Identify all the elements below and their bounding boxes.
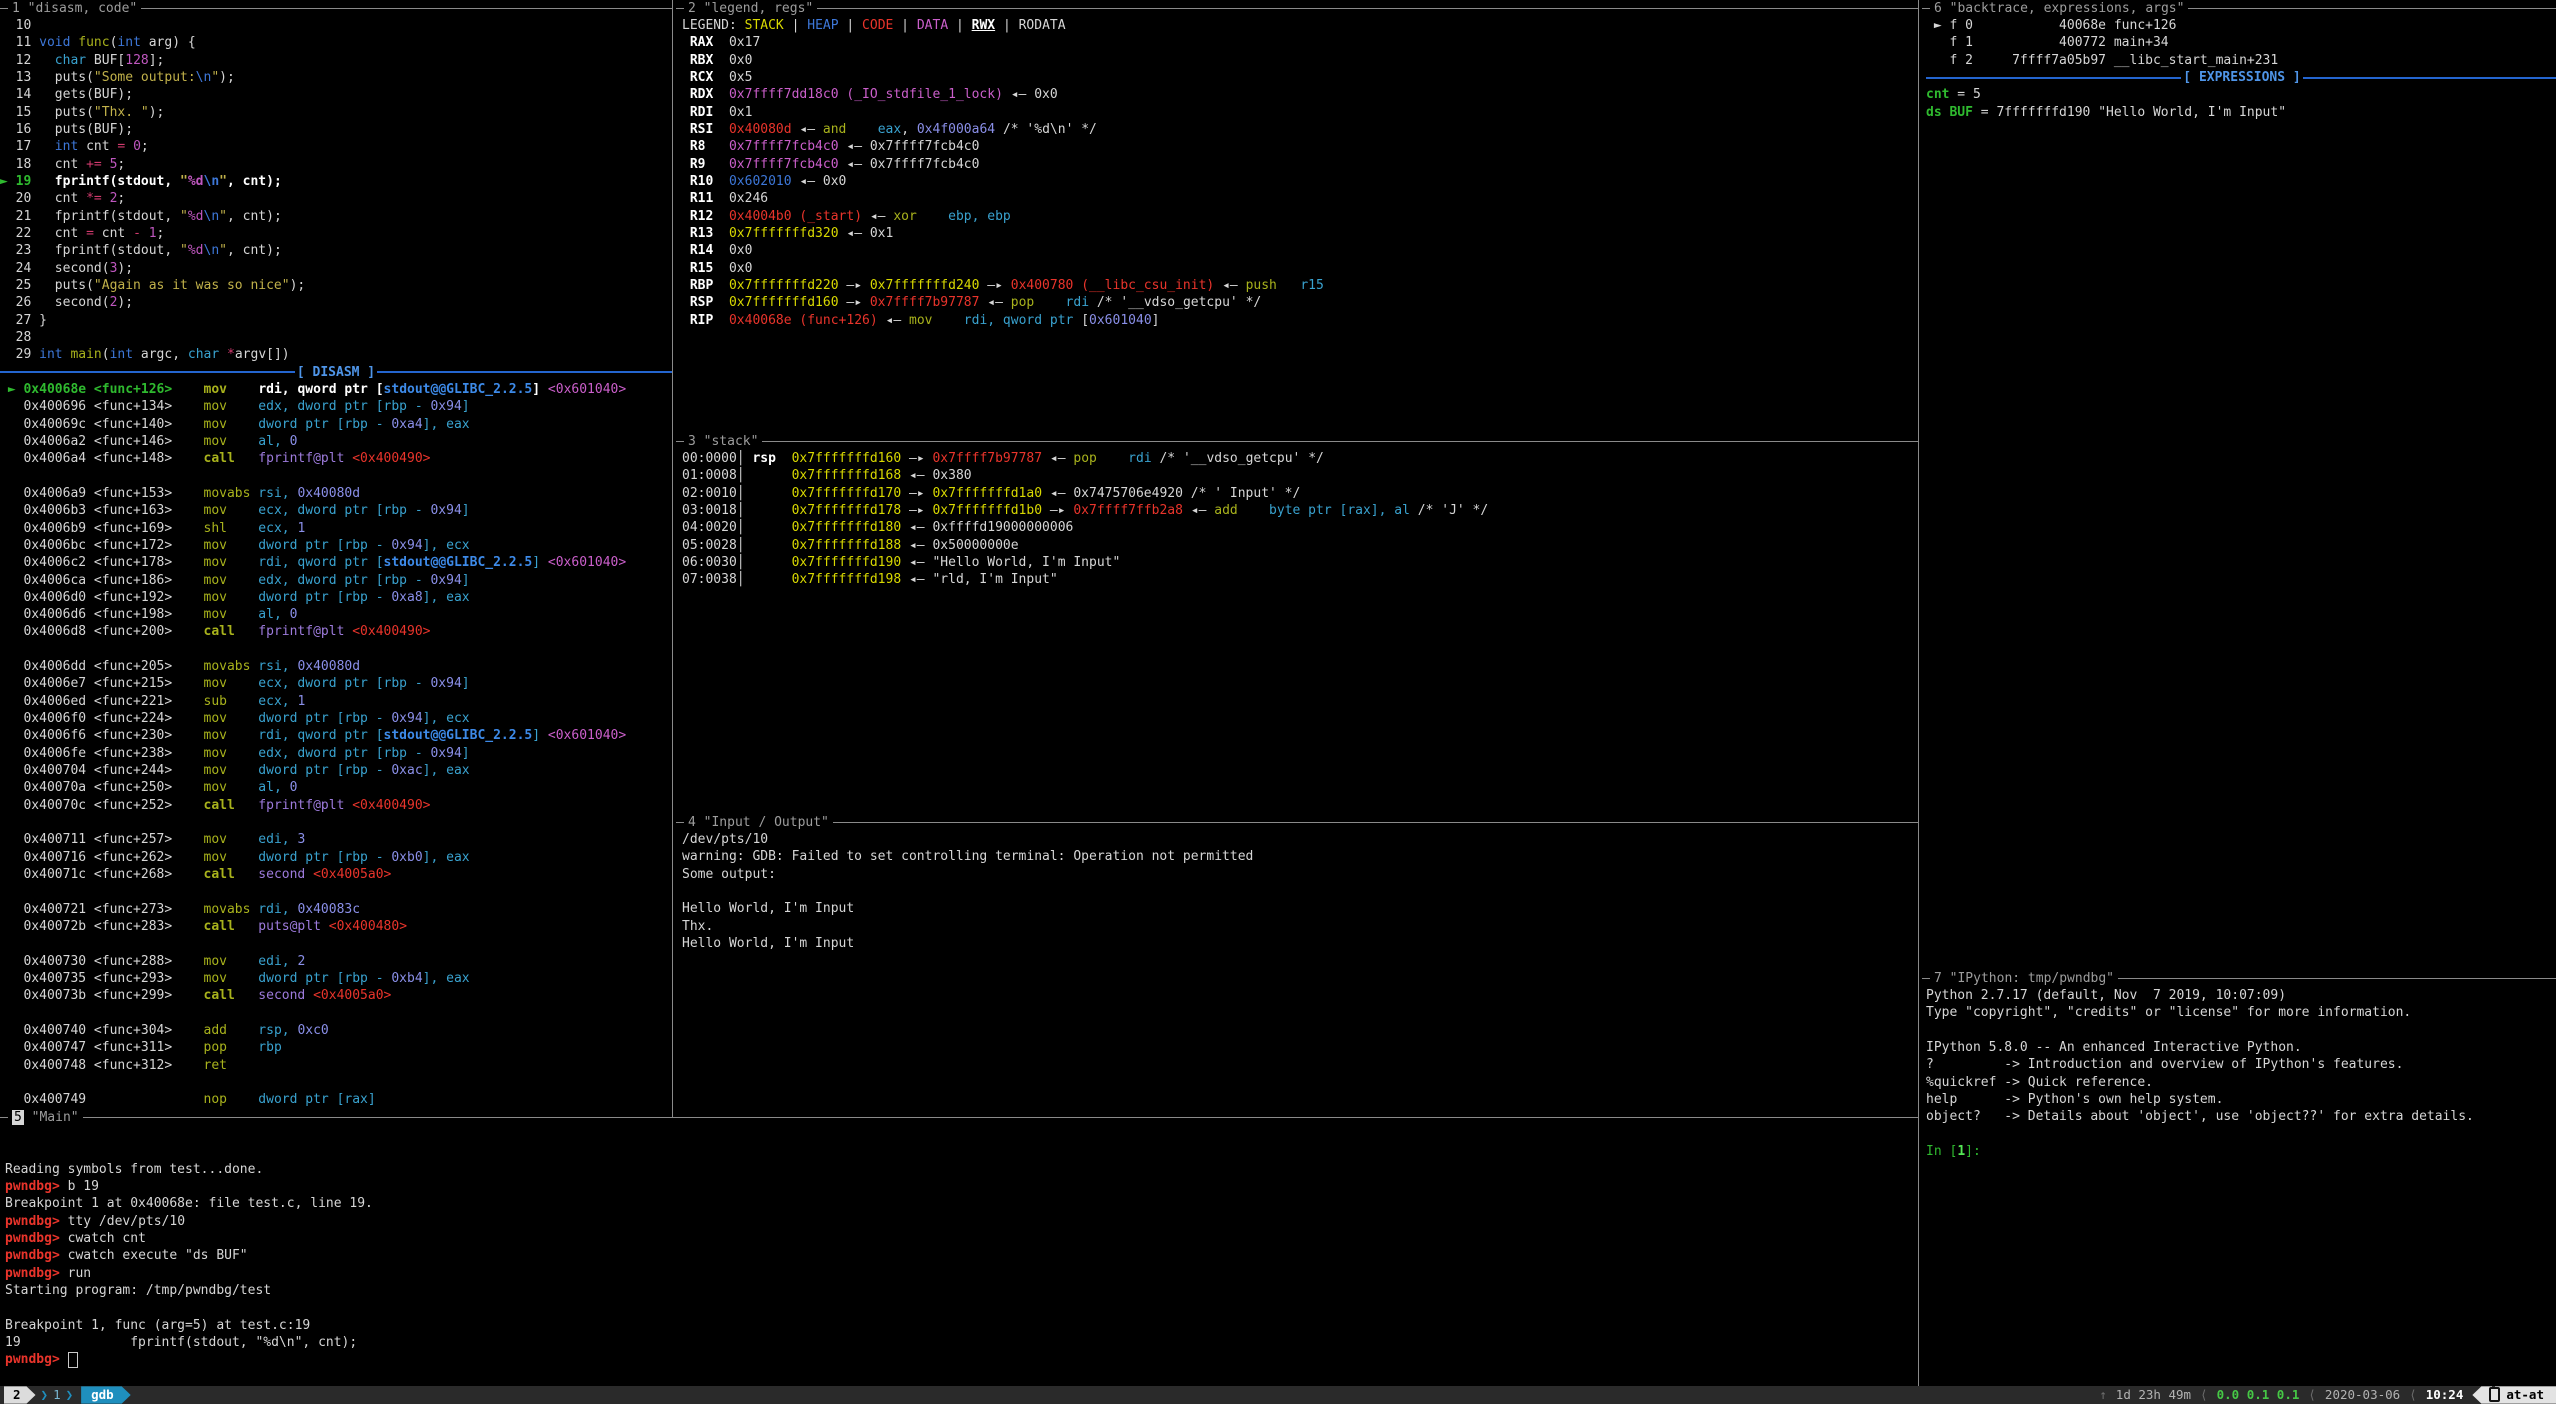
uptime-label: 1d 23h 49m xyxy=(2116,1386,2191,1403)
tmux-status-bar: 2 ❯ 1 ❯ gdb ↑ 1d 23h 49m ⟨ 0.0 0.1 0.1 ⟨… xyxy=(0,1386,2556,1404)
active-pane-number: 5 xyxy=(12,1110,24,1125)
pane-border-backtrace: 6 "backtrace, expressions, args" xyxy=(1922,0,2556,17)
pane-stack[interactable]: 00:0000│ rsp 0x7fffffffd160 —▸ 0x7ffff7b… xyxy=(677,450,1922,589)
pane-main-gdb[interactable]: Reading symbols from test...done.pwndbg>… xyxy=(0,1126,1923,1369)
vertical-border-right[interactable] xyxy=(1918,0,1919,1386)
pane-io[interactable]: /dev/pts/10warning: GDB: Failed to set c… xyxy=(677,831,1922,952)
angle-separator-icon: ⟨ xyxy=(2200,1386,2208,1403)
battery-icon xyxy=(2489,1387,2500,1402)
load-average-label: 0.0 0.1 0.1 xyxy=(2217,1386,2300,1403)
window-tab-gdb[interactable]: gdb xyxy=(81,1386,131,1403)
hostname-label: at-at xyxy=(2506,1386,2544,1403)
pane-title-stack: 3 "stack" xyxy=(684,433,762,450)
pane-index-label: 1 xyxy=(53,1386,61,1403)
chevron-right-icon: ❯ xyxy=(66,1386,74,1403)
pane-backtrace-expressions[interactable]: ► f 0 40068e func+126 f 1 400772 main+34… xyxy=(1922,17,2556,121)
pane-title-io: 4 "Input / Output" xyxy=(684,814,833,831)
pane-title-main-label: "Main" xyxy=(32,1110,79,1125)
uptime-arrow-icon: ↑ xyxy=(2099,1386,2107,1403)
chevron-right-icon: ❯ xyxy=(41,1386,49,1403)
pane-border-ipython: 7 "IPython: tmp/pwndbg" xyxy=(1922,970,2556,987)
tmux-terminal: 1 "disasm, code" 2 "legend, regs" 6 "bac… xyxy=(0,0,2556,1404)
pane-title-backtrace: 6 "backtrace, expressions, args" xyxy=(1930,0,2188,17)
pane-disasm-code[interactable]: 10 11 void func(int arg) { 12 char BUF[1… xyxy=(0,17,672,1109)
pane-border-main: 5 "Main" xyxy=(0,1109,1918,1126)
pane-title-ipython: 7 "IPython: tmp/pwndbg" xyxy=(1930,970,2118,987)
status-right: ↑ 1d 23h 49m ⟨ 0.0 0.1 0.1 ⟨ 2020-03-06 … xyxy=(2099,1386,2556,1404)
hostname-badge: at-at xyxy=(2472,1386,2556,1403)
pane-border-disasm-code: 1 "disasm, code" xyxy=(0,0,672,17)
clock-label: 10:24 xyxy=(2426,1386,2464,1403)
date-label: 2020-03-06 xyxy=(2325,1386,2400,1403)
vertical-border-left[interactable] xyxy=(672,0,673,1118)
pane-title-main: 5 "Main" xyxy=(8,1109,83,1126)
window-index-badge[interactable]: 2 xyxy=(4,1386,36,1403)
pane-border-io: 4 "Input / Output" xyxy=(676,814,1918,831)
pane-ipython[interactable]: Python 2.7.17 (default, Nov 7 2019, 10:0… xyxy=(1922,987,2556,1160)
pane-title-disasm-code: 1 "disasm, code" xyxy=(8,0,141,17)
pane-border-stack: 3 "stack" xyxy=(676,433,1918,450)
pane-title-legend-regs: 2 "legend, regs" xyxy=(684,0,817,17)
angle-separator-icon: ⟨ xyxy=(2409,1386,2417,1403)
pane-border-legend-regs: 2 "legend, regs" xyxy=(676,0,1918,17)
angle-separator-icon: ⟨ xyxy=(2308,1386,2316,1403)
status-left: 2 ❯ 1 ❯ gdb xyxy=(4,1386,131,1404)
pane-legend-regs[interactable]: LEGEND: STACK | HEAP | CODE | DATA | RWX… xyxy=(677,17,1922,329)
